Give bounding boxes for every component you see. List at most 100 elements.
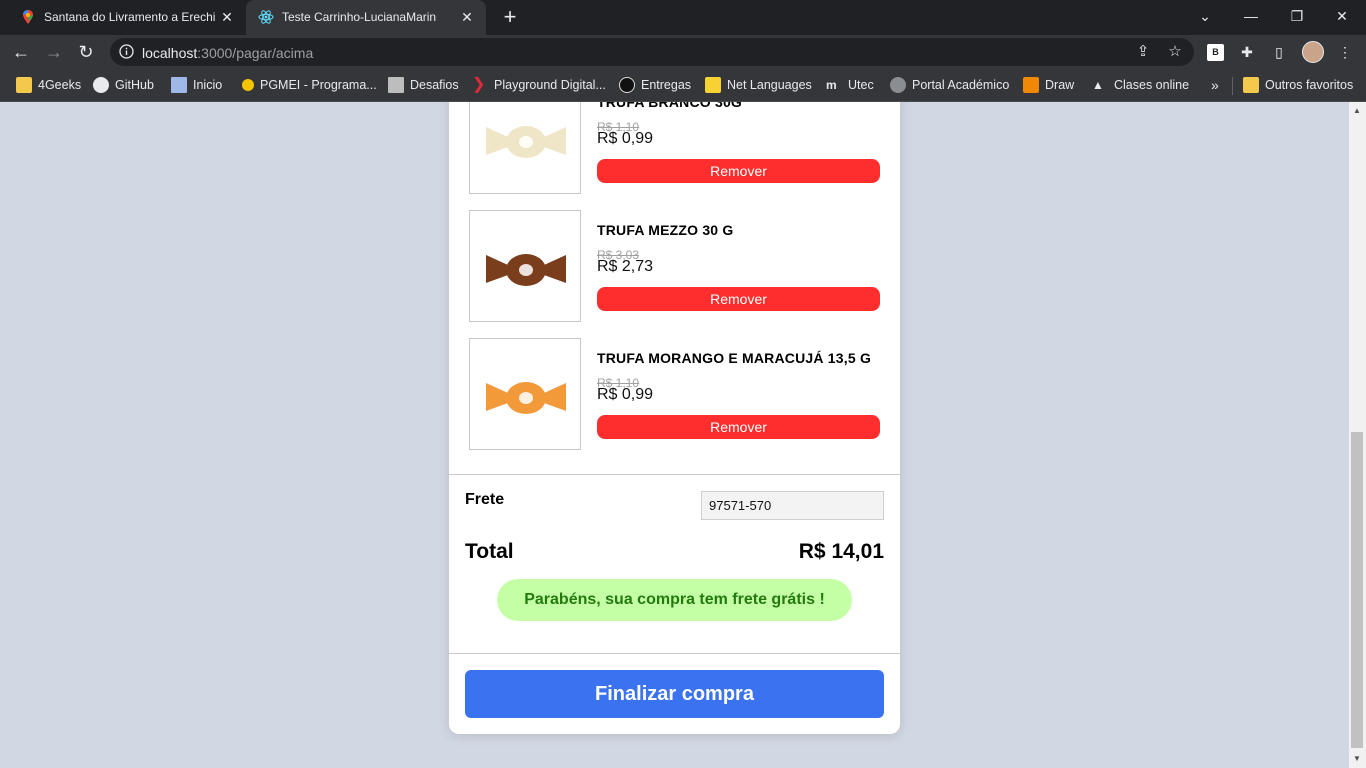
page-icon: [171, 77, 187, 93]
side-panel-icon[interactable]: ▯: [1270, 43, 1288, 61]
wrapper-twist-right: [544, 383, 566, 411]
tab-title: Teste Carrinho-LucianaMarin: [282, 10, 437, 24]
bookmark-star-icon[interactable]: ☆: [1166, 43, 1184, 61]
remove-button[interactable]: Remover: [597, 159, 880, 183]
folder-icon: [16, 77, 32, 93]
profile-avatar[interactable]: [1302, 41, 1324, 63]
cart-card: TRUFA BRANCO 30G R$ 1,10 R$ 0,99 Remover…: [449, 102, 900, 734]
item-price: R$ 2,73: [597, 258, 654, 275]
wrapper-twist-right: [544, 127, 566, 155]
remove-button[interactable]: Remover: [597, 415, 880, 439]
globe-icon: [890, 77, 906, 93]
bookmark-playground[interactable]: ❯ Playground Digital...: [472, 76, 606, 94]
wrapper-label: [519, 392, 533, 404]
bookmark-label: Entregas: [641, 78, 692, 92]
square-icon: [705, 77, 721, 93]
bookmark-label: Draw: [1045, 78, 1075, 92]
globe-icon: [242, 79, 254, 91]
checkout-button[interactable]: Finalizar compra: [465, 670, 884, 718]
product-image: [469, 338, 581, 450]
section-divider: [449, 474, 900, 475]
new-tab-icon[interactable]: +: [498, 6, 522, 30]
wrapper-label: [519, 136, 533, 148]
bookmark-clases-online[interactable]: ▲ Clases online: [1092, 76, 1189, 94]
tab-carrinho[interactable]: Teste Carrinho-LucianaMarin ✕: [246, 0, 486, 35]
bookmark-label: GitHub: [115, 78, 154, 92]
share-icon[interactable]: ⇪: [1134, 43, 1152, 61]
extension-b-icon[interactable]: B: [1207, 44, 1224, 61]
bookmark-portal-academico[interactable]: Portal Académico: [890, 76, 1009, 94]
bookmark-label: Net Languages: [727, 78, 812, 92]
bookmark-pgmei[interactable]: PGMEI - Programa...: [242, 76, 377, 94]
github-icon: [93, 77, 109, 93]
restore-icon[interactable]: ❐: [1282, 4, 1312, 30]
item-name: TRUFA MEZZO 30 G: [597, 222, 734, 238]
bookmark-label: Utec: [848, 78, 874, 92]
more-bookmarks-chevron-icon[interactable]: »: [1211, 76, 1219, 94]
scroll-up-arrow-icon[interactable]: ▲: [1351, 104, 1363, 118]
cart-item: TRUFA MEZZO 30 G R$ 3,03 R$ 2,73 Remover: [469, 210, 880, 322]
arrow-icon: ❯: [472, 76, 486, 93]
bookmark-inicio[interactable]: Inicio: [171, 76, 222, 94]
product-image: [469, 102, 581, 194]
bookmarks-divider: [1232, 77, 1233, 95]
frete-label: Frete: [465, 491, 505, 508]
scrollbar-thumb[interactable]: [1351, 432, 1363, 748]
close-window-icon[interactable]: ✕: [1327, 4, 1357, 30]
url-path: :3000/pagar/acima: [197, 45, 314, 61]
cep-input[interactable]: [701, 491, 884, 520]
close-tab-icon[interactable]: ✕: [218, 8, 236, 26]
tab-maps[interactable]: Santana do Livramento a Erechim ✕: [8, 0, 246, 35]
circle-icon: [619, 77, 635, 93]
bookmark-label: Outros favoritos: [1265, 78, 1354, 92]
wrapper-twist-left: [486, 383, 508, 411]
scroll-down-arrow-icon[interactable]: ▼: [1351, 752, 1363, 766]
bookmark-github[interactable]: GitHub: [93, 76, 154, 94]
site-info-icon[interactable]: [119, 44, 134, 59]
truffle-candy-icon: [486, 382, 566, 414]
bookmark-net-languages[interactable]: Net Languages: [705, 76, 812, 94]
page-viewport: TRUFA BRANCO 30G R$ 1,10 R$ 0,99 Remover…: [0, 102, 1349, 768]
tab-search-chevron-icon[interactable]: ⌄: [1190, 4, 1220, 30]
item-price: R$ 0,99: [597, 386, 654, 403]
menu-kebab-icon[interactable]: ⋮: [1336, 43, 1354, 61]
address-bar[interactable]: localhost:3000/pagar/acima ⇪ ☆: [110, 38, 1194, 66]
extensions-puzzle-icon[interactable]: ✚: [1238, 43, 1256, 61]
bookmark-other-favorites[interactable]: Outros favoritos: [1243, 76, 1353, 94]
bookmark-label: 4Geeks: [38, 78, 82, 92]
cart-item: TRUFA BRANCO 30G R$ 1,10 R$ 0,99 Remover: [469, 102, 880, 194]
product-image: [469, 210, 581, 322]
wrapper-twist-right: [544, 255, 566, 283]
bookmark-label: Portal Académico: [912, 78, 1010, 92]
m-icon: m: [826, 78, 837, 92]
truffle-candy-icon: [486, 126, 566, 158]
item-name: TRUFA MORANGO E MARACUJÁ 13,5 G: [597, 350, 872, 366]
truffle-candy-icon: [486, 254, 566, 286]
wrapper-twist-left: [486, 255, 508, 283]
bookmark-4geeks[interactable]: 4Geeks: [16, 76, 81, 94]
remove-button[interactable]: Remover: [597, 287, 880, 311]
bookmark-label: Clases online: [1114, 78, 1190, 92]
bookmark-label: Inicio: [193, 78, 223, 92]
back-icon[interactable]: ←: [8, 39, 34, 65]
bookmark-label: Desafios: [410, 78, 459, 92]
triangle-icon: ▲: [1092, 78, 1104, 92]
section-divider: [449, 653, 900, 654]
forward-icon[interactable]: →: [41, 39, 67, 65]
wrapper-twist-left: [486, 127, 508, 155]
bookmark-entregas[interactable]: Entregas: [619, 76, 691, 94]
total-label: Total: [465, 540, 514, 563]
tab-title: Santana do Livramento a Erechim: [44, 10, 216, 24]
total-value: R$ 14,01: [798, 540, 884, 563]
close-tab-icon[interactable]: ✕: [458, 8, 476, 26]
reload-icon[interactable]: ↻: [73, 39, 99, 65]
item-name: TRUFA BRANCO 30G: [597, 102, 743, 110]
minimize-icon[interactable]: —: [1236, 4, 1266, 30]
bookmark-draw[interactable]: Draw: [1023, 76, 1074, 94]
browser-toolbar: ← → ↻ localhost:3000/pagar/acima ⇪ ☆ B ✚…: [0, 35, 1366, 69]
cart-item: TRUFA MORANGO E MARACUJÁ 13,5 G R$ 1,10 …: [469, 338, 880, 450]
bookmark-utec[interactable]: m Utec: [826, 76, 874, 94]
bookmarks-bar: 4Geeks GitHub Inicio PGMEI - Programa...…: [0, 69, 1366, 102]
bookmark-desafios[interactable]: Desafios: [388, 76, 459, 94]
free-shipping-message: Parabéns, sua compra tem frete grátis !: [497, 579, 852, 621]
